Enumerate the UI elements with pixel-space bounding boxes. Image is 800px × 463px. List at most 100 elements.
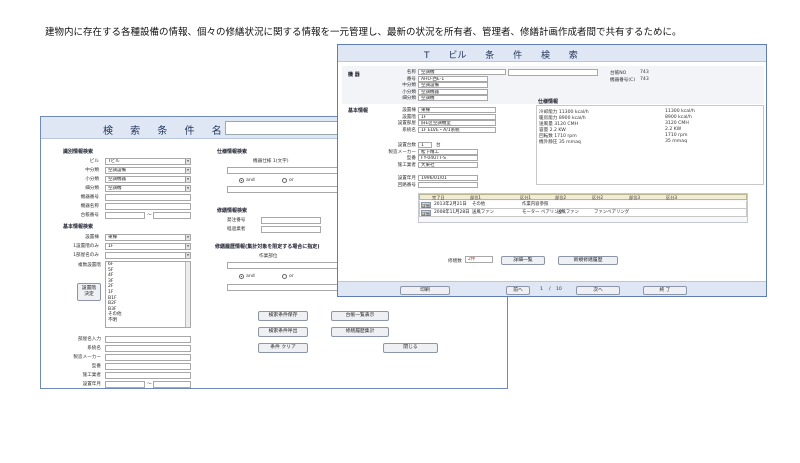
floor-listbox-scrollbar[interactable] xyxy=(185,262,190,327)
chevron-down-icon[interactable]: ▾ xyxy=(185,186,190,191)
classification-dropdown[interactable]: 空調機 ▾ xyxy=(105,185,191,192)
classification-dropdown-value: 空調機器 xyxy=(108,177,126,182)
classification-label: ビル xyxy=(89,159,99,164)
install-label: 型番 xyxy=(406,156,416,162)
recall-conditions-button[interactable]: 検索条件呼出 xyxy=(258,327,308,337)
floor-option[interactable]: 不明 xyxy=(108,318,190,324)
new-repair-history-button[interactable]: 新規修繕履歴 xyxy=(558,256,618,265)
classification-dropdown[interactable]: 空調設備 ▾ xyxy=(105,167,191,174)
spec-and-radio[interactable] xyxy=(239,178,244,183)
clear-conditions-button[interactable]: 条件 クリア xyxy=(258,343,308,353)
print-button[interactable]: 印刷 xyxy=(400,286,450,295)
basic-dropdown[interactable]: ▾ xyxy=(105,252,191,259)
install-value: 大東社 xyxy=(418,161,478,168)
spec-text-label: 機器仕様 1(文字) xyxy=(253,159,289,164)
history-cell: 2013年2月21日 xyxy=(434,202,467,207)
history-part-label: 作業部位 xyxy=(259,254,278,259)
spec-or-radio[interactable] xyxy=(282,178,287,183)
basic-info-label: 系統名 xyxy=(402,127,416,133)
repair-count-label: 修繕数 xyxy=(448,259,462,264)
repair-aggregate-button[interactable]: 修繕履歴集計 xyxy=(331,327,389,337)
classification-dropdown-value: Tビル xyxy=(108,159,120,164)
chevron-down-icon[interactable]: ▾ xyxy=(185,159,190,164)
range-tilde: 〜 xyxy=(147,213,152,218)
classification-dropdown-value: 空調設備 xyxy=(108,168,126,173)
basic-dropdown[interactable]: 東棟 ▾ xyxy=(105,234,191,241)
end-button[interactable]: 終 了 xyxy=(643,286,687,295)
spec-info-section-title: 仕様情報 xyxy=(538,99,559,105)
equipment-name-extra xyxy=(508,69,598,76)
basic-dropdown[interactable]: 1F ▾ xyxy=(105,243,191,250)
history-and-radio[interactable] xyxy=(239,274,244,279)
install-value: 1 xyxy=(418,142,432,148)
repair-count-value: 2件 xyxy=(465,256,493,263)
repair-field-input[interactable] xyxy=(261,226,321,233)
chevron-down-icon[interactable]: ▾ xyxy=(185,235,190,240)
classification-label: 機器番号 xyxy=(80,195,99,200)
close-button[interactable]: 閉じる xyxy=(383,343,438,353)
detail-list-button[interactable]: 詳細一覧 xyxy=(501,256,545,265)
install-unit: 台 xyxy=(436,143,441,148)
history-header-cell: 区分2 xyxy=(592,195,604,200)
history-part-input-2[interactable] xyxy=(227,284,339,291)
classification-label: 小分類 xyxy=(85,177,99,182)
equipment-section-title: 機 器 xyxy=(348,72,360,78)
basic-info-section-title: 基本情報 xyxy=(348,108,369,114)
repair-field-label: 発注番号 xyxy=(227,218,246,223)
ledger-list-button[interactable]: 台帳一覧表示 xyxy=(331,311,389,321)
spec-row-value: 35 mmaq xyxy=(665,139,687,144)
basic-label: 設置棟 xyxy=(85,235,99,240)
history-cell: ファンベアリング xyxy=(594,210,630,215)
equipment-detail-window: T ビル 条 件 検 索 機 器 名称 空調機 番号 AHU-西E-1 中分類 空調設備小… xyxy=(337,44,767,297)
repair-field-label: 経過業者 xyxy=(227,227,246,232)
spec-text-input-2[interactable] xyxy=(227,186,339,193)
ledger-number-to-input[interactable] xyxy=(153,212,191,219)
spec-text-input-1[interactable] xyxy=(227,167,339,174)
spec-row-value: 3120 CMH xyxy=(665,121,689,126)
install-date-from-input[interactable] xyxy=(105,381,145,388)
equipment-field-label: 名称 xyxy=(406,70,416,75)
history-cell: 送風ファン xyxy=(557,210,579,215)
classification-dropdown[interactable]: 空調機器 ▾ xyxy=(105,176,191,183)
classification-dropdown[interactable]: Tビル ▾ xyxy=(105,158,191,165)
floor-confirm-button[interactable]: 設置階 決定 xyxy=(77,283,101,301)
install-date-to-input[interactable] xyxy=(153,381,191,388)
detail-window-title: T ビル 条 件 検 索 xyxy=(424,51,578,61)
classification-label: 機器名称 xyxy=(80,204,99,209)
prev-button[interactable]: 前へ xyxy=(506,286,530,295)
install-value: FY-04UTT-S xyxy=(418,155,478,162)
lower-field-input[interactable] xyxy=(105,372,191,379)
date-value xyxy=(418,181,478,188)
equipment-field-value: 空調設備 xyxy=(418,82,488,89)
spec-or-label: or xyxy=(289,178,294,183)
lower-field-label: 施工業者 xyxy=(82,373,101,378)
save-conditions-button[interactable]: 検索条件保存 xyxy=(258,311,308,321)
equip-no-value: 743 xyxy=(640,77,649,82)
floor-listbox[interactable]: 6F 5F 4F 3F 2F 1F B1F B2F B3F その他 不明 xyxy=(105,261,191,328)
lower-field-label: 系統名 xyxy=(87,346,101,351)
history-or-radio[interactable] xyxy=(282,274,287,279)
search-window-title: 検 索 条 件 名 xyxy=(103,126,229,137)
history-part-input-1[interactable] xyxy=(227,262,339,269)
history-detail-button[interactable]: 詳細 xyxy=(421,210,431,216)
chevron-down-icon[interactable]: ▾ xyxy=(185,253,190,258)
chevron-down-icon[interactable]: ▾ xyxy=(185,177,190,182)
history-table-header: 完了日 部位1 区分1 部位2 区分2 部位3 区分3 xyxy=(419,194,747,200)
lower-field-input[interactable] xyxy=(105,345,191,352)
next-button[interactable]: 次へ xyxy=(576,286,620,295)
equipment-field-label: 番号 xyxy=(406,76,416,82)
repair-field-input[interactable] xyxy=(261,217,321,224)
history-detail-button[interactable]: 詳細 xyxy=(421,202,431,208)
classification-input[interactable] xyxy=(105,194,191,201)
chevron-down-icon[interactable]: ▾ xyxy=(185,168,190,173)
ledger-number-from-input[interactable] xyxy=(105,212,145,219)
classification-dropdown-value: 空調機 xyxy=(108,186,122,191)
install-label: 施工業者 xyxy=(397,162,416,168)
lower-field-input[interactable] xyxy=(105,363,191,370)
lower-field-input[interactable] xyxy=(105,354,191,361)
history-cell: 送風ファン xyxy=(472,210,494,215)
chevron-down-icon[interactable]: ▾ xyxy=(185,244,190,249)
lower-field-input[interactable] xyxy=(105,336,191,343)
classification-input[interactable] xyxy=(105,203,191,210)
basic-label: 1設置階のみ xyxy=(73,244,99,249)
